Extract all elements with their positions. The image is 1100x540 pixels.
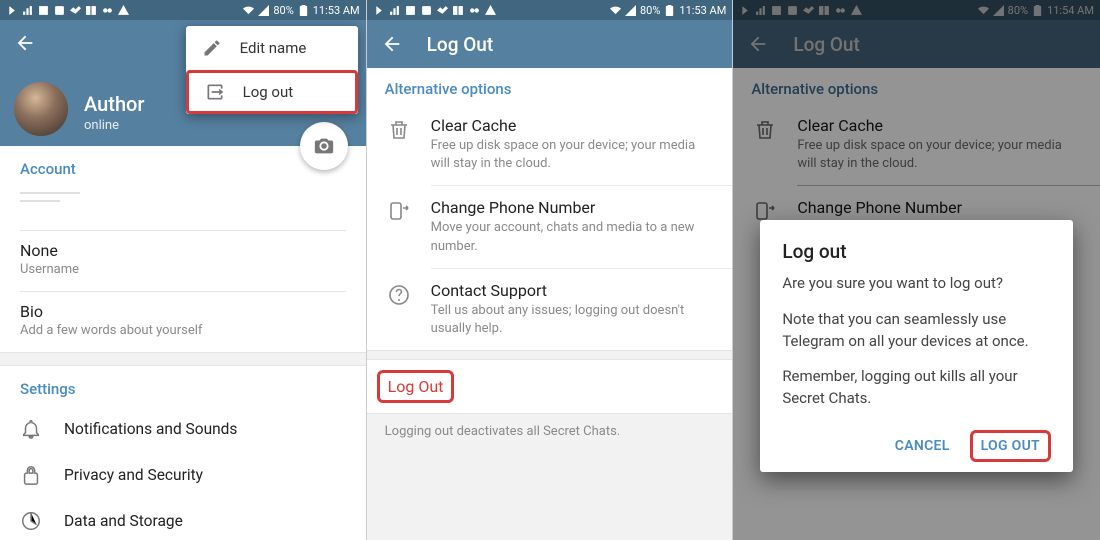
bio-label: Add a few words about yourself bbox=[20, 323, 346, 338]
section-divider bbox=[0, 352, 366, 366]
dialog-line: Are you sure you want to log out? bbox=[782, 273, 1051, 295]
option-sub: Free up disk space on your device; your … bbox=[431, 137, 715, 173]
dialog-title: Log out bbox=[782, 240, 1051, 263]
menu-item-label: Log out bbox=[243, 83, 294, 101]
bio-value: Bio bbox=[20, 302, 346, 321]
option-title: Contact Support bbox=[431, 281, 715, 300]
profile-status: online bbox=[84, 118, 119, 133]
bell-icon bbox=[20, 418, 42, 440]
settings-privacy[interactable]: Privacy and Security bbox=[0, 452, 366, 498]
username-value: None bbox=[20, 241, 346, 260]
camera-icon bbox=[313, 135, 335, 157]
battery-icon bbox=[298, 5, 309, 16]
trash-icon bbox=[387, 118, 411, 142]
username-field[interactable]: None Username bbox=[0, 231, 366, 291]
lock-icon bbox=[20, 464, 42, 486]
dialog-line: Remember, logging out kills all your Sec… bbox=[782, 366, 1051, 410]
logout-confirm-button[interactable]: LOG OUT bbox=[970, 430, 1051, 462]
bio-field[interactable]: Bio Add a few words about yourself bbox=[0, 292, 366, 352]
option-title: Clear Cache bbox=[431, 116, 715, 135]
settings-label: Notifications and Sounds bbox=[64, 420, 237, 438]
settings-label: Data and Storage bbox=[64, 512, 183, 530]
back-button[interactable] bbox=[381, 33, 403, 55]
logout-action-row[interactable]: Log Out bbox=[367, 360, 733, 413]
option-change-phone[interactable]: Change Phone Number Move your account, c… bbox=[367, 186, 733, 267]
status-bar: 80% 11:53 AM bbox=[0, 0, 366, 20]
arrow-left-icon bbox=[381, 33, 403, 55]
dialog-body: Are you sure you want to log out? Note t… bbox=[782, 273, 1051, 410]
screen-logout-confirm: 80% 11:54 AM Log Out Alternative options… bbox=[733, 0, 1100, 540]
phone-number-field[interactable] bbox=[0, 186, 366, 230]
swap-icon bbox=[387, 200, 411, 224]
option-contact-support[interactable]: Contact Support Tell us about any issues… bbox=[367, 269, 733, 350]
status-left-icons bbox=[6, 5, 129, 16]
help-icon bbox=[387, 283, 411, 307]
clock-text: 11:53 AM bbox=[313, 4, 360, 17]
status-right: 80% 11:53 AM bbox=[243, 4, 359, 17]
back-button[interactable] bbox=[14, 32, 36, 54]
logout-caption: Logging out deactivates all Secret Chats… bbox=[367, 413, 733, 540]
alternative-options-header: Alternative options bbox=[367, 68, 733, 104]
status-bar: 80% 11:53 AM bbox=[367, 0, 733, 20]
wifi-icon bbox=[243, 5, 254, 16]
settings-label: Privacy and Security bbox=[64, 466, 203, 484]
section-divider bbox=[367, 350, 733, 360]
screen-logout-options: 80% 11:53 AM Log Out Alternative options… bbox=[367, 0, 734, 540]
battery-text: 80% bbox=[273, 4, 293, 17]
logout-dialog: Log out Are you sure you want to log out… bbox=[760, 220, 1073, 472]
data-icon bbox=[20, 510, 42, 532]
arrow-left-icon bbox=[14, 32, 36, 54]
settings-data[interactable]: Data and Storage bbox=[0, 498, 366, 540]
menu-edit-name[interactable]: Edit name bbox=[186, 26, 358, 70]
camera-button[interactable] bbox=[300, 122, 348, 170]
option-clear-cache[interactable]: Clear Cache Free up disk space on your d… bbox=[367, 104, 733, 185]
settings-notifications[interactable]: Notifications and Sounds bbox=[0, 406, 366, 452]
cancel-button[interactable]: CANCEL bbox=[885, 430, 960, 462]
avatar[interactable] bbox=[14, 82, 68, 136]
app-bar-title: Log Out bbox=[427, 33, 494, 56]
dialog-line: Note that you can seamlessly use Telegra… bbox=[782, 309, 1051, 353]
settings-header: Settings bbox=[0, 366, 366, 406]
username-label: Username bbox=[20, 262, 346, 277]
app-bar: Log Out bbox=[367, 20, 733, 68]
option-sub: Move your account, chats and media to a … bbox=[431, 219, 715, 255]
menu-item-label: Edit name bbox=[240, 39, 307, 57]
logout-label: Log Out bbox=[377, 370, 455, 403]
logout-icon bbox=[205, 82, 225, 102]
dialog-actions: CANCEL LOG OUT bbox=[782, 424, 1051, 462]
option-title: Change Phone Number bbox=[431, 198, 715, 217]
menu-log-out[interactable]: Log out bbox=[186, 70, 358, 114]
overflow-menu: Edit name Log out bbox=[186, 26, 358, 114]
profile-name: Author bbox=[84, 92, 144, 116]
screen-profile: 80% 11:53 AM Author online Edit name bbox=[0, 0, 367, 540]
pencil-icon bbox=[202, 38, 222, 58]
signal-icon bbox=[258, 5, 269, 16]
option-sub: Tell us about any issues; logging out do… bbox=[431, 302, 715, 338]
